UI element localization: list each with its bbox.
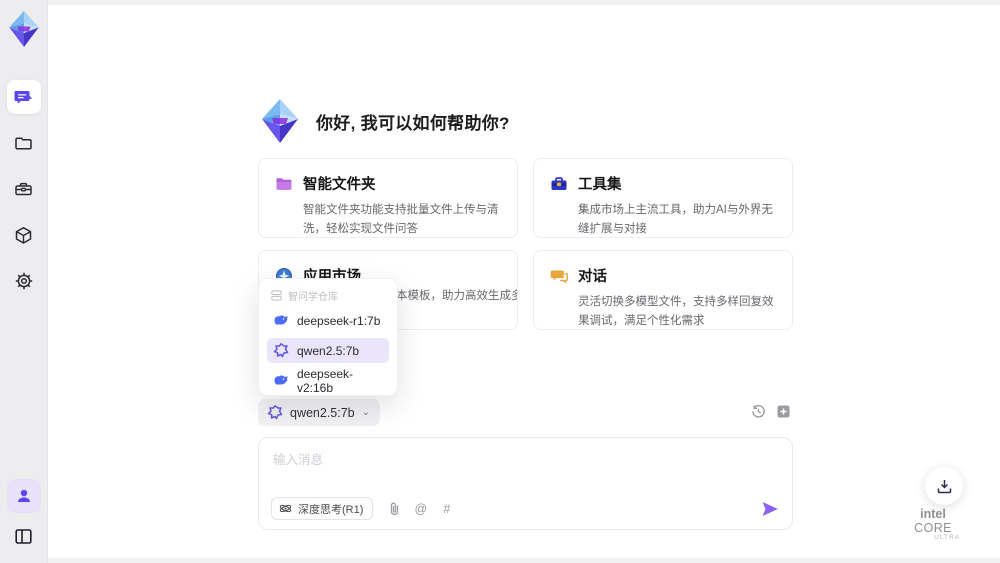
model-option-label: deepseek-v2:16b <box>297 366 354 395</box>
core-wordmark: CORE <box>914 521 952 535</box>
card-desc: 集成市场上主流工具，助力AI与外界无缝扩展与对接 <box>578 204 773 235</box>
app-window: 你好, 我可以如何帮助你? 智能文件夹 智能文件夹功能支持批量文件上传与清洗，轻… <box>0 0 1000 563</box>
model-option-deepseek-r1[interactable]: deepseek-r1:7b <box>267 308 389 333</box>
intel-core-badge: intel CORE ULTRA <box>900 507 966 541</box>
sidebar-item-folders[interactable] <box>7 126 41 160</box>
download-icon <box>937 479 951 493</box>
sidebar-nav <box>6 80 41 298</box>
card-title: 对话 <box>578 269 607 285</box>
greeting-title: 你好, 我可以如何帮助你? <box>316 113 510 133</box>
deep-think-toggle[interactable]: 深度思考(R1) <box>271 497 374 520</box>
card-desc: 灵活切换多模型文件，支持多样回复效果调试，满足个性化需求 <box>578 296 774 327</box>
dialogue-icon <box>550 270 568 284</box>
model-dropdown: 智问学仓库 deepseek-r1:7b qwen2.5:7b deepseek… <box>258 278 398 396</box>
composer-attachments: @ # <box>387 501 454 516</box>
history-icon[interactable] <box>751 404 766 419</box>
panel-icon <box>15 528 32 544</box>
send-icon[interactable] <box>760 499 780 519</box>
model-option-deepseek-v2[interactable]: deepseek-v2:16b <box>267 366 389 395</box>
card-title: 工具集 <box>578 177 622 193</box>
sidebar-item-models[interactable] <box>7 218 41 252</box>
greeting-logo-icon <box>262 99 298 143</box>
gear-icon <box>15 272 32 290</box>
model-dropdown-header-label: 智问学仓库 <box>288 292 338 303</box>
toolbox-icon <box>15 182 32 195</box>
folder-icon <box>15 136 32 150</box>
sidebar-item-collapse-panel[interactable] <box>7 519 41 553</box>
qwen-icon <box>273 342 289 357</box>
model-selector[interactable]: qwen2.5:7b ⌄ <box>258 399 381 426</box>
composer-toolbar: 深度思考(R1) @ # <box>271 497 780 520</box>
sidebar-item-account[interactable] <box>6 479 41 513</box>
card-title: 智能文件夹 <box>303 177 376 193</box>
card-smart-folder[interactable]: 智能文件夹 智能文件夹功能支持批量文件上传与清洗，轻松实现文件问答 <box>258 158 518 238</box>
chat-actions <box>751 404 791 419</box>
model-option-label: deepseek-r1:7b <box>297 313 381 328</box>
smart-folder-icon <box>276 177 292 190</box>
sidebar-item-settings[interactable] <box>7 264 41 298</box>
composer-placeholder: 输入消息 <box>273 453 324 467</box>
card-toolset[interactable]: 工具集 集成市场上主流工具，助力AI与外界无缝扩展与对接 <box>533 158 793 238</box>
chevron-down-icon: ⌄ <box>361 407 371 418</box>
paperclip-icon[interactable] <box>387 501 402 516</box>
toolset-icon <box>551 176 567 190</box>
card-dialogue[interactable]: 对话 灵活切换多模型文件，支持多样回复效果调试，满足个性化需求 <box>533 250 793 330</box>
sidebar-bottom <box>6 479 41 553</box>
deepseek-whale-icon <box>274 374 288 384</box>
deepseek-whale-icon <box>274 314 288 324</box>
atom-icon <box>279 504 292 513</box>
sidebar-item-toolbox[interactable] <box>7 172 41 206</box>
new-chat-icon[interactable] <box>776 404 791 419</box>
deep-think-label: 深度思考(R1) <box>298 503 364 516</box>
user-icon <box>17 489 30 502</box>
sidebar <box>0 0 48 563</box>
ultra-label: ULTRA <box>934 534 960 541</box>
sidebar-item-chat[interactable] <box>6 80 41 114</box>
at-icon[interactable]: @ <box>413 501 428 516</box>
intel-wordmark: intel <box>920 507 946 521</box>
hash-icon[interactable]: # <box>439 501 454 516</box>
app-logo-icon <box>8 11 39 47</box>
cube-icon <box>15 226 32 244</box>
model-option-label: qwen2.5:7b <box>297 343 360 358</box>
download-button[interactable] <box>925 467 963 505</box>
model-option-qwen[interactable]: qwen2.5:7b <box>267 338 389 363</box>
model-dropdown-header: 智问学仓库 <box>267 288 389 303</box>
message-composer[interactable]: 输入消息 深度思考(R1) @ # <box>258 437 793 530</box>
repository-icon <box>271 290 282 301</box>
card-desc: 智能文件夹功能支持批量文件上传与清洗，轻松实现文件问答 <box>303 204 499 235</box>
qwen-icon <box>267 404 283 419</box>
model-selector-row: qwen2.5:7b ⌄ <box>258 399 793 427</box>
chat-icon <box>14 90 32 104</box>
card-desc-partial: 本模板，助力高效生成多 <box>396 290 518 302</box>
greeting: 你好, 我可以如何帮助你? <box>258 98 510 144</box>
model-selector-value: qwen2.5:7b <box>290 405 355 420</box>
